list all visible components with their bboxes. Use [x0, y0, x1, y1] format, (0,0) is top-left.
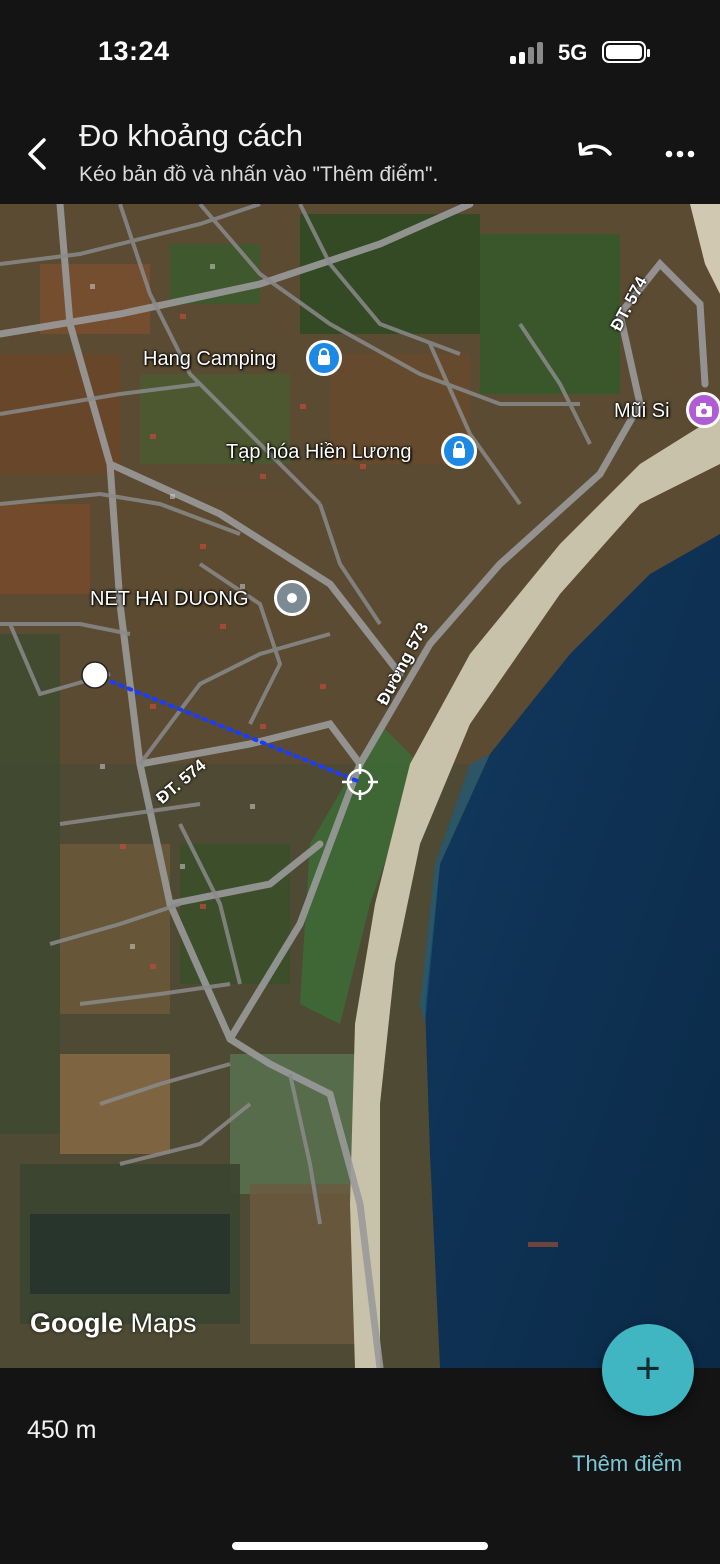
- battery-icon: [602, 41, 650, 63]
- place-label-mui-si[interactable]: Mũi Si: [614, 400, 670, 423]
- app-bar: Đo khoảng cách Kéo bản đồ và nhấn vào "T…: [0, 100, 720, 204]
- back-button[interactable]: [18, 132, 58, 176]
- shopping-bag-icon[interactable]: [441, 433, 477, 469]
- home-indicator[interactable]: [232, 1542, 488, 1550]
- status-bar: 13:24 5G: [0, 0, 720, 100]
- distance-value: 450 m: [27, 1416, 97, 1444]
- plus-icon: +: [635, 1344, 661, 1393]
- shopping-bag-icon[interactable]: [306, 340, 342, 376]
- undo-icon: [578, 142, 612, 156]
- more-options-button[interactable]: [660, 134, 700, 174]
- network-type: 5G: [558, 40, 588, 65]
- place-label-net-hai-duong[interactable]: NET HAI DUONG: [90, 588, 249, 611]
- camera-icon[interactable]: [686, 392, 720, 428]
- undo-button[interactable]: [572, 134, 618, 174]
- page-title: Đo khoảng cách: [79, 118, 304, 153]
- chevron-left-icon: [28, 138, 46, 170]
- add-point-button[interactable]: Thêm điểm: [572, 1451, 682, 1477]
- google-maps-logo: Google Maps: [30, 1308, 197, 1338]
- add-point-fab[interactable]: +: [602, 1324, 694, 1416]
- satellite-map[interactable]: Hang Camping Tạp hóa Hiền Lương Mũi Si N…: [0, 204, 720, 1368]
- place-label-tap-hoa-hien-luong[interactable]: Tạp hóa Hiền Lương: [226, 441, 412, 464]
- signal-icon: [510, 42, 548, 64]
- place-label-hang-camping[interactable]: Hang Camping: [143, 348, 276, 371]
- page-subtitle: Kéo bản đồ và nhấn vào "Thêm điểm".: [79, 163, 439, 186]
- status-time: 13:24: [98, 36, 170, 66]
- crosshair-icon: [342, 764, 378, 800]
- more-vertical-dots-icon: [665, 150, 695, 158]
- place-pin-icon[interactable]: [274, 580, 310, 616]
